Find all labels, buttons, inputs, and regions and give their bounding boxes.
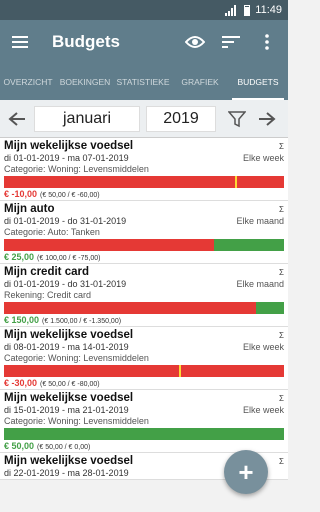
progress-remaining [214, 239, 284, 251]
budget-progress-bar [4, 428, 284, 440]
budget-category: Categorie: Woning: Levensmiddelen [4, 164, 149, 174]
budget-name: Mijn auto [4, 203, 55, 215]
sigma-icon: Σ [279, 268, 284, 277]
tab-boekingen[interactable]: BOEKINGEN [56, 64, 114, 100]
budget-category: Categorie: Woning: Levensmiddelen [4, 353, 149, 363]
budget-item[interactable]: Mijn credit card Σdi 01-01-2019 - do 31-0… [0, 264, 288, 327]
budget-category: Categorie: Auto: Tanken [4, 227, 100, 237]
sort-icon[interactable] [220, 31, 242, 53]
progress-spent [4, 365, 284, 377]
progress-remaining [4, 428, 284, 440]
tab-overzicht[interactable]: OVERZICHT [0, 64, 56, 100]
budget-item[interactable]: Mijn wekelijkse voedsel Σdi 01-01-2019 - … [0, 138, 288, 201]
budget-period: di 08-01-2019 - ma 14-01-2019 [4, 342, 129, 352]
budget-frequency: Elke week [242, 405, 284, 415]
progress-spent [4, 239, 214, 251]
tab-statistieken[interactable]: STATISTIEKE [114, 64, 172, 100]
previous-arrow-icon[interactable] [4, 106, 30, 132]
budget-remaining: € -30,00 [4, 378, 38, 388]
budget-item[interactable]: Mijn wekelijkse voedsel Σdi 15-01-2019 - … [0, 390, 288, 453]
sigma-icon: Σ [279, 205, 284, 214]
progress-marker [179, 365, 181, 377]
sigma-icon: Σ [279, 142, 284, 151]
eye-icon[interactable] [184, 31, 206, 53]
add-budget-button[interactable]: + [224, 450, 268, 494]
budget-header: Mijn wekelijkse voedsel Σ [4, 329, 284, 341]
budget-remaining: € -10,00 [4, 189, 38, 199]
budget-header: Mijn auto Σ [4, 203, 284, 215]
date-navigator: januari 2019 [0, 100, 288, 138]
budget-amount-row: € 150,00 (€ 1.500,00 / € -1.350,00) [4, 315, 284, 325]
budget-progress-bar [4, 239, 284, 251]
budget-period-row: di 15-01-2019 - ma 21-01-2019 Elke week [4, 405, 284, 415]
budget-progress-bar [4, 302, 284, 314]
filter-icon[interactable] [222, 106, 252, 132]
battery-icon [244, 4, 251, 16]
budget-category: Categorie: Woning: Levensmiddelen [4, 416, 149, 426]
month-selector[interactable]: januari [34, 105, 140, 132]
budget-name: Mijn wekelijkse voedsel [4, 140, 134, 152]
budget-header: Mijn wekelijkse voedsel Σ [4, 392, 284, 404]
budget-amount-row: € -10,00 (€ 50,00 / € -60,00) [4, 189, 284, 199]
budget-name: Mijn credit card [4, 266, 89, 278]
budget-remaining: € 150,00 [4, 315, 40, 325]
sigma-icon: Σ [279, 331, 284, 340]
budget-detail: (€ 50,00 / € -60,00) [40, 192, 100, 199]
budget-period-row: di 01-01-2019 - ma 07-01-2019 Elke week [4, 153, 284, 163]
budget-detail: (€ 100,00 / € -75,00) [37, 255, 101, 262]
budget-period-row: di 08-01-2019 - ma 14-01-2019 Elke week [4, 342, 284, 352]
budget-period: di 01-01-2019 - ma 07-01-2019 [4, 153, 129, 163]
budget-frequency: Elke week [242, 342, 284, 352]
budget-item[interactable]: Mijn wekelijkse voedsel Σdi 08-01-2019 - … [0, 327, 288, 390]
progress-spent [4, 176, 284, 188]
budget-period-row: di 01-01-2019 - do 31-01-2019 Elke maand [4, 279, 284, 289]
app-toolbar: Budgets [0, 20, 288, 64]
more-vert-icon[interactable] [256, 31, 278, 53]
budget-name: Mijn wekelijkse voedsel [4, 392, 134, 404]
progress-remaining [256, 302, 284, 314]
budget-period: di 22-01-2019 - ma 28-01-2019 [4, 468, 129, 478]
tab-bar: OVERZICHT BOEKINGEN STATISTIEKE GRAFIEK … [0, 64, 288, 100]
next-arrow-icon[interactable] [254, 106, 280, 132]
status-time: 11:49 [255, 4, 282, 16]
page-title: Budgets [52, 32, 120, 51]
budget-progress-bar [4, 365, 284, 377]
budget-remaining: € 50,00 [4, 441, 35, 451]
budget-period: di 01-01-2019 - do 31-01-2019 [4, 216, 127, 226]
signal-icon [225, 4, 239, 16]
progress-marker [235, 176, 237, 188]
budget-amount-row: € 25,00 (€ 100,00 / € -75,00) [4, 252, 284, 262]
sigma-icon: Σ [279, 394, 284, 403]
tab-grafiek[interactable]: GRAFIEK [172, 64, 228, 100]
budget-category: Rekening: Credit card [4, 290, 92, 300]
budget-amount-row: € -30,00 (€ 50,00 / € -80,00) [4, 378, 284, 388]
budget-progress-bar [4, 176, 284, 188]
budget-period-row: di 01-01-2019 - do 31-01-2019 Elke maand [4, 216, 284, 226]
budget-header: Mijn credit card Σ [4, 266, 284, 278]
budget-frequency: Elke week [242, 153, 284, 163]
budget-period: di 01-01-2019 - do 31-01-2019 [4, 279, 127, 289]
budget-detail: (€ 1.500,00 / € -1.350,00) [42, 318, 122, 325]
budget-name: Mijn wekelijkse voedsel [4, 329, 134, 341]
budget-list: Mijn wekelijkse voedsel Σdi 01-01-2019 - … [0, 138, 288, 480]
budget-frequency: Elke maand [236, 279, 284, 289]
status-bar: 11:49 [0, 0, 288, 20]
budget-item[interactable]: Mijn auto Σdi 01-01-2019 - do 31-01-2019 E… [0, 201, 288, 264]
year-selector[interactable]: 2019 [146, 105, 216, 132]
budget-detail: (€ 50,00 / € 0,00) [37, 444, 91, 451]
budget-detail: (€ 50,00 / € -80,00) [40, 381, 100, 388]
budget-remaining: € 25,00 [4, 252, 35, 262]
budget-period: di 15-01-2019 - ma 21-01-2019 [4, 405, 129, 415]
budget-header: Mijn wekelijkse voedsel Σ [4, 140, 284, 152]
menu-icon[interactable] [12, 31, 34, 53]
budget-name: Mijn wekelijkse voedsel [4, 455, 134, 467]
progress-spent [4, 302, 256, 314]
sigma-icon: Σ [279, 457, 284, 466]
tab-budgets[interactable]: BUDGETS [228, 64, 288, 100]
budget-frequency: Elke maand [236, 216, 284, 226]
